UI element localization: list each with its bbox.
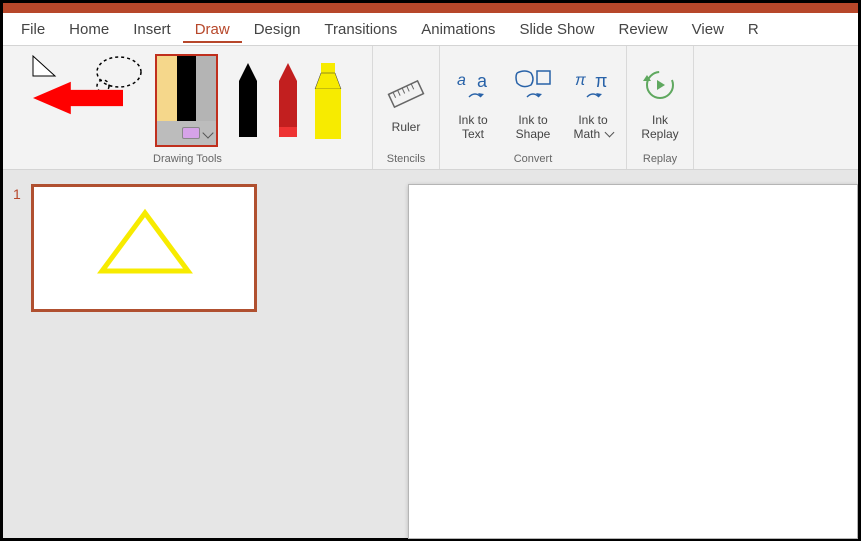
svg-text:a: a bbox=[477, 71, 488, 91]
slide-editor-area bbox=[298, 170, 858, 538]
group-stencils: Ruler Stencils bbox=[373, 46, 440, 169]
ink-to-math-button[interactable]: π π Ink to Math bbox=[566, 60, 620, 142]
title-bar bbox=[3, 3, 858, 13]
slide-thumbnail-panel: 1 bbox=[3, 170, 298, 538]
tab-transitions[interactable]: Transitions bbox=[312, 15, 409, 43]
pen-black[interactable] bbox=[232, 61, 264, 141]
slide-number: 1 bbox=[13, 184, 31, 312]
group-convert: a a Ink to Text Ink bbox=[440, 46, 627, 169]
ribbon: Drawing Tools Ruler Stencils bbox=[3, 46, 858, 170]
group-label-convert: Convert bbox=[446, 151, 620, 167]
pen-list bbox=[224, 61, 344, 141]
svg-text:π: π bbox=[595, 71, 607, 91]
ink-to-shape-button[interactable]: Ink to Shape bbox=[506, 60, 560, 142]
drawing-tools-left bbox=[31, 54, 149, 147]
tab-slideshow[interactable]: Slide Show bbox=[507, 15, 606, 43]
group-label-replay: Replay bbox=[633, 151, 687, 167]
tab-draw[interactable]: Draw bbox=[183, 15, 242, 43]
ink-to-math-icon: π π bbox=[573, 62, 613, 112]
highlighter-yellow[interactable] bbox=[312, 61, 344, 141]
callout-arrow-icon bbox=[33, 76, 123, 120]
ink-replay-button[interactable]: Ink Replay bbox=[633, 60, 687, 142]
color-swatch-icon bbox=[182, 127, 200, 139]
ruler-label: Ruler bbox=[392, 119, 421, 135]
ruler-icon bbox=[387, 69, 425, 119]
group-drawing-tools: Drawing Tools bbox=[3, 46, 373, 169]
tab-animations[interactable]: Animations bbox=[409, 15, 507, 43]
tab-home[interactable]: Home bbox=[57, 15, 121, 43]
dropdown-icon bbox=[202, 127, 213, 138]
workspace: 1 bbox=[3, 170, 858, 538]
pen-red[interactable] bbox=[272, 61, 304, 141]
tab-review[interactable]: Review bbox=[606, 15, 679, 43]
group-replay: Ink Replay Replay bbox=[627, 46, 694, 169]
ruler-button[interactable]: Ruler bbox=[379, 67, 433, 135]
ink-to-text-label: Ink to Text bbox=[458, 112, 487, 142]
ink-replay-icon bbox=[640, 62, 680, 112]
ink-to-math-label: Ink to Math bbox=[573, 112, 612, 142]
tab-file[interactable]: File bbox=[9, 15, 57, 43]
triangle-shape-icon bbox=[90, 205, 200, 285]
tab-recording[interactable]: R bbox=[736, 15, 771, 43]
chevron-down-icon bbox=[604, 127, 614, 137]
ribbon-tabs: File Home Insert Draw Design Transitions… bbox=[3, 13, 858, 46]
select-tool-icon[interactable] bbox=[31, 54, 61, 78]
slide-thumbnail-1[interactable] bbox=[31, 184, 257, 312]
ink-to-text-button[interactable]: a a Ink to Text bbox=[446, 60, 500, 142]
group-label-stencils: Stencils bbox=[379, 151, 433, 167]
group-label-drawing: Drawing Tools bbox=[9, 151, 366, 167]
svg-text:π: π bbox=[575, 72, 586, 89]
ink-to-shape-icon bbox=[513, 62, 553, 112]
ink-to-shape-label: Ink to Shape bbox=[516, 112, 551, 142]
pen-gallery-button[interactable] bbox=[155, 54, 218, 147]
slide-canvas[interactable] bbox=[408, 184, 858, 539]
ink-replay-label: Ink Replay bbox=[641, 112, 678, 142]
tab-design[interactable]: Design bbox=[242, 15, 313, 43]
tab-insert[interactable]: Insert bbox=[121, 15, 183, 43]
ink-to-text-icon: a a bbox=[453, 62, 493, 112]
tab-view[interactable]: View bbox=[680, 15, 736, 43]
svg-text:a: a bbox=[457, 72, 466, 89]
